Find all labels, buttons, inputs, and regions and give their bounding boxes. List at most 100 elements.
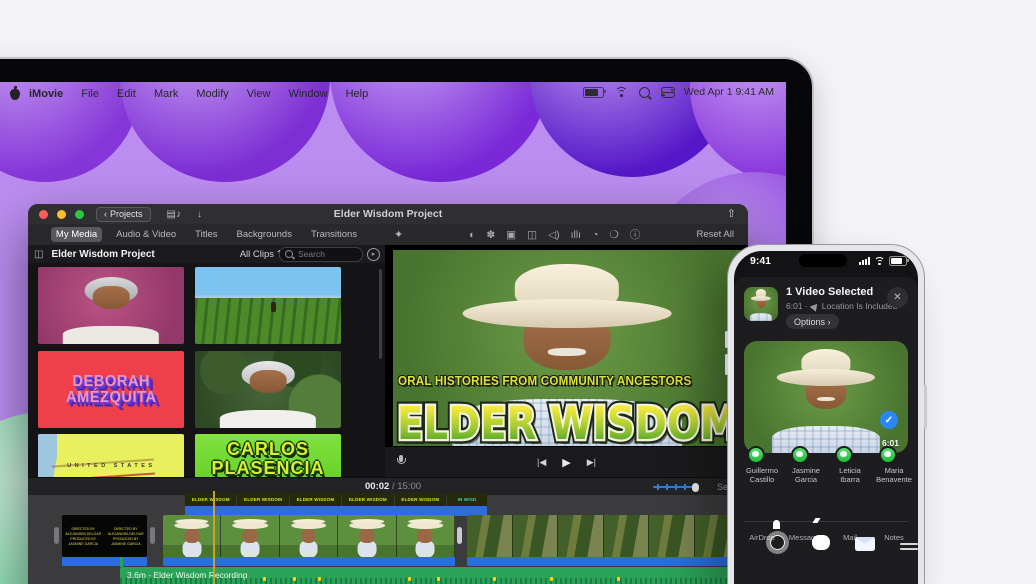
clip-filter-play-icon[interactable]: ▸ [367,248,380,261]
title-chip: ELDER WISDOM [237,493,288,506]
menu-modify[interactable]: Modify [187,88,237,100]
share-icon[interactable]: ⇧ [727,207,736,220]
volume-icon[interactable]: ◁) [548,229,560,241]
search-input[interactable] [296,248,352,260]
contact-maria[interactable]: MariaBenavente [872,462,916,484]
menu-help[interactable]: Help [337,88,378,100]
tab-transitions[interactable]: Transitions [306,227,362,242]
clip-thumbnail-elder-woman-pink[interactable] [38,267,184,344]
interview-clip-bar[interactable] [163,557,455,566]
selected-check-badge[interactable]: ✓ [880,411,898,429]
messages-badge-icon [835,446,853,464]
farm-broll-clip[interactable] [467,515,740,557]
menu-view[interactable]: View [238,88,280,100]
clip-edit-handle[interactable] [457,527,462,544]
timeline: ELDER WISDOM ELDER WISDOM ELDER WISDOM E… [28,495,748,584]
noise-eq-icon[interactable]: ıllı [571,229,582,241]
menu-edit[interactable]: Edit [108,88,145,100]
clip-trim-handle[interactable] [150,527,155,544]
audio-marker[interactable] [550,577,553,581]
timeline-zoom-slider[interactable] [653,486,695,488]
tab-backgrounds[interactable]: Backgrounds [232,227,297,242]
battery-icon[interactable] [583,87,604,98]
clip-thumbnail-carlos-title-card[interactable]: CARLOS PLASENCIA [195,434,341,477]
clip-thumbnail-farm-field[interactable] [195,267,341,344]
audio-marker[interactable] [408,577,411,581]
video-duration: 6:01 [882,438,899,448]
color-balance-icon[interactable]: ◐ [469,229,475,241]
color-correction-icon[interactable]: ✽ [486,229,495,241]
media-tabs: My Media Audio & Video Titles Background… [28,224,385,245]
wifi-icon[interactable] [615,87,628,97]
title-clip-segments[interactable]: ELDER WISDOM ELDER WISDOM ELDER WISDOM E… [185,493,487,506]
sidebar-toggle-icon[interactable]: ◫ [34,249,43,260]
share-target-notes[interactable]: Notes [872,529,916,542]
credits-clip[interactable]: DIRECTED BYALEJANDRA DELGAR PRODUCED BYJ… [62,515,147,557]
wifi-icon [874,257,885,265]
timeline-playhead[interactable] [213,491,215,584]
map-label: UNITED STATES [67,463,155,469]
timeline-clip-frame [221,515,279,557]
contact-guillermo[interactable]: GuillermoCastillo [740,462,784,484]
tab-titles[interactable]: Titles [190,227,222,242]
audio-marker[interactable] [293,577,296,581]
clip-trim-handle[interactable] [54,527,59,544]
zoom-slider-knob[interactable] [692,483,699,492]
timeline-clip-frame [338,515,396,557]
title-chip: ELDER WISDOM [185,493,236,506]
info-icon[interactable]: ⓘ [630,227,641,242]
share-target-messages[interactable]: Messages [784,529,828,542]
title-chip: ELDER WISDOM [395,493,446,506]
media-grid-scrollbar[interactable] [379,269,382,359]
credits-clip-bar[interactable] [62,557,147,566]
deborah-card-line2: AMÉZQUITA [66,390,157,406]
menu-file[interactable]: File [72,88,108,100]
menu-bar-status: Wed Apr 1 9:41 AM [583,82,774,102]
control-center-icon[interactable] [661,87,673,97]
side-button[interactable] [924,385,927,429]
menu-window[interactable]: Window [279,88,336,100]
menu-mark[interactable]: Mark [145,88,187,100]
broll-clip-bar[interactable] [467,557,740,566]
audio-marker[interactable] [318,577,321,581]
media-search-field[interactable] [279,247,363,262]
tab-my-media[interactable]: My Media [51,227,102,242]
speed-icon[interactable]: ◔ [592,229,598,241]
audio-clip-label: 3.6m - Elder Wisdom Recording [127,570,247,580]
play-button[interactable]: ▶ [562,456,570,469]
contact-jasmine[interactable]: JasmineGarcia [784,462,828,484]
reset-all-button[interactable]: Reset All [697,229,735,240]
apple-menu-icon[interactable] [10,89,20,100]
share-target-mail[interactable]: Mail [828,529,872,542]
audio-marker[interactable] [493,577,496,581]
playback-bar: |◀ ▶ ▶| [385,447,748,477]
options-button[interactable]: Options › [786,314,839,329]
volume-down-button[interactable] [725,354,728,375]
dynamic-island [799,254,847,267]
enhance-wand-icon[interactable]: ✦ [394,228,403,241]
audio-marker[interactable] [437,577,440,581]
tab-audio-video[interactable]: Audio & Video [111,227,181,242]
viewer-toolbar: ✦ ◐ ✽ ▣ ◫ ◁) ıllı ◔ ❍ ⓘ Reset All [385,224,748,245]
contact-leticia[interactable]: LeticiaIbarra [828,462,872,484]
viewer-video-frame[interactable]: ORAL HISTORIES FROM COMMUNITY ANCESTORS … [393,250,741,446]
iphone-status-bar: 9:41 [734,251,918,269]
close-sheet-button[interactable]: ✕ [887,287,908,308]
clip-thumbnail-deborah-title-card[interactable]: DEBORAH AMÉZQUITA [38,351,184,428]
volume-up-button[interactable] [725,331,728,348]
spotlight-search-icon[interactable] [639,87,650,98]
crop-icon[interactable]: ▣ [506,229,516,241]
filters-icon[interactable]: ❍ [609,229,618,241]
audio-marker[interactable] [263,577,266,581]
next-frame-button[interactable]: ▶| [587,457,596,468]
audio-marker[interactable] [617,577,620,581]
menu-imovie[interactable]: iMovie [20,88,72,100]
clip-thumbnail-us-map[interactable]: UNITED STATES [38,434,184,477]
stabilization-icon[interactable]: ◫ [527,229,537,241]
share-target-airdrop[interactable]: AirDrop [740,529,784,542]
menu-bar-clock[interactable]: Wed Apr 1 9:41 AM [684,86,774,98]
clip-thumbnail-elder-woman-foliage[interactable] [195,351,341,428]
previous-frame-button[interactable]: |◀ [537,457,546,468]
selected-video-card[interactable]: ✓ 6:01 [744,341,908,453]
elder-interview-clip[interactable] [163,515,455,557]
